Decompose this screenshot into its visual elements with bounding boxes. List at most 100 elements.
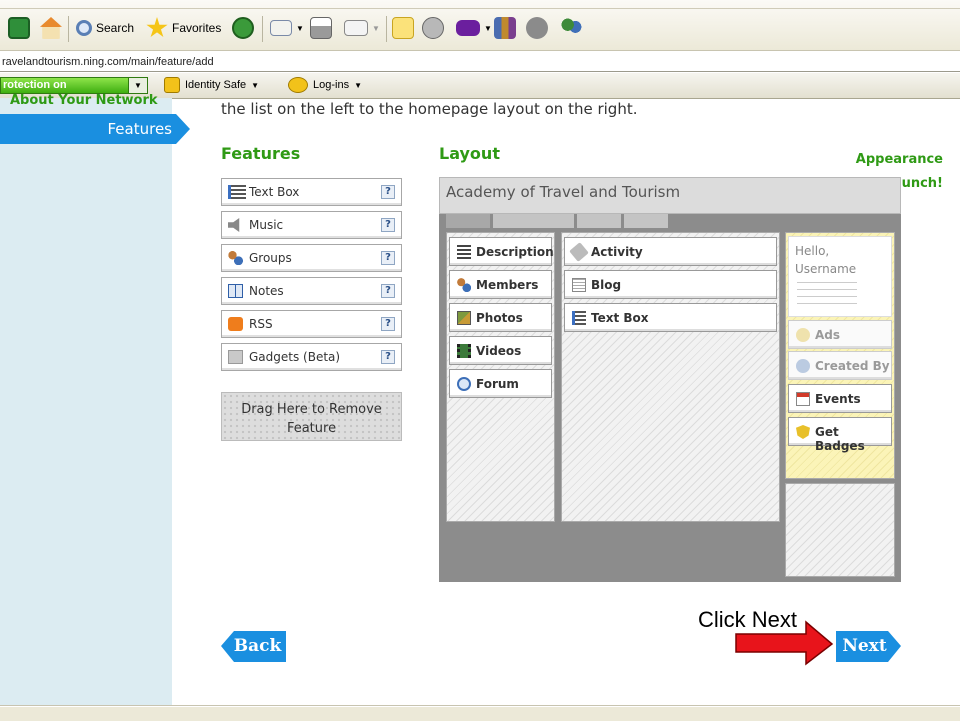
logins-button[interactable]: Log-ins ▼ xyxy=(288,77,362,93)
text-lines-icon xyxy=(457,245,471,259)
module-label: Blog xyxy=(591,278,622,292)
yahoo-icon xyxy=(456,20,480,36)
refresh-icon xyxy=(8,17,30,39)
gadget-icon xyxy=(228,350,243,364)
notes-button[interactable] xyxy=(392,14,414,42)
profile-greeting: Hello, xyxy=(795,244,830,258)
text-box-icon xyxy=(572,311,586,325)
help-icon[interactable]: ? xyxy=(381,284,395,298)
module-label: Activity xyxy=(591,245,643,259)
favorites-label: Favorites xyxy=(172,21,222,35)
layout-module-description[interactable]: Description xyxy=(449,237,554,266)
lock-icon xyxy=(164,77,180,93)
media-button[interactable] xyxy=(422,14,444,42)
feature-item-rss[interactable]: RSS ? xyxy=(221,310,402,338)
feature-label: Text Box xyxy=(249,185,300,199)
help-icon[interactable]: ? xyxy=(381,185,395,199)
photos-icon xyxy=(457,311,471,325)
layout-tab xyxy=(530,214,574,228)
address-text: ravelandtourism.ning.com/main/feature/ad… xyxy=(2,56,214,68)
browser-toolbar: Search Favorites ▼ ▼ ▼ xyxy=(0,0,960,51)
module-label: Ads xyxy=(815,328,841,342)
research-button[interactable] xyxy=(494,14,516,42)
layout-module-photos[interactable]: Photos xyxy=(449,303,552,332)
contacts-button[interactable] xyxy=(560,14,582,42)
badge-icon xyxy=(796,425,810,439)
back-button[interactable]: Back xyxy=(221,631,286,662)
search-icon xyxy=(76,20,92,36)
info-icon xyxy=(796,359,810,373)
layout-module-forum[interactable]: Forum xyxy=(449,369,552,398)
star-icon xyxy=(146,17,168,38)
layout-module-blog[interactable]: Blog xyxy=(564,270,777,299)
next-button[interactable]: Next xyxy=(836,631,901,662)
layout-module-videos[interactable]: Videos xyxy=(449,336,552,365)
sidebar-item-features-active[interactable]: Features xyxy=(0,114,190,144)
password-icon xyxy=(288,77,308,93)
logins-dropdown-icon: ▼ xyxy=(354,80,362,90)
layout-module-members[interactable]: Members xyxy=(449,270,552,299)
layout-heading: Layout xyxy=(439,144,500,163)
print-button[interactable] xyxy=(310,14,332,42)
layout-module-created-by[interactable]: Created By xyxy=(788,351,892,380)
layout-tab xyxy=(624,214,668,228)
edit-button[interactable]: ▼ xyxy=(344,14,380,42)
module-label: Events xyxy=(815,392,861,406)
module-label: Created By xyxy=(815,359,890,373)
messenger-button[interactable] xyxy=(526,14,548,42)
document-icon xyxy=(572,278,586,292)
layout-module-get-badges[interactable]: Get Badges xyxy=(788,417,892,453)
yahoo-button[interactable]: ▼ xyxy=(456,14,492,42)
help-icon[interactable]: ? xyxy=(381,317,395,331)
feature-item-gadgets[interactable]: Gadgets (Beta) ? xyxy=(221,343,402,371)
printer-icon xyxy=(310,17,332,39)
profile-username: Username xyxy=(795,262,857,276)
help-icon[interactable]: ? xyxy=(381,350,395,364)
edit-icon xyxy=(344,20,368,36)
module-label: Get Badges xyxy=(815,425,865,453)
red-arrow-icon xyxy=(735,620,834,666)
book-icon xyxy=(228,284,243,298)
layout-module-ads[interactable]: Ads xyxy=(788,320,892,349)
help-icon[interactable]: ? xyxy=(381,251,395,265)
remove-feature-drop-zone[interactable]: Drag Here to Remove Feature xyxy=(221,392,402,441)
feature-item-text-box[interactable]: Text Box ? xyxy=(221,178,402,206)
identity-safe-dropdown-icon: ▼ xyxy=(251,80,260,90)
layout-right-footer-column[interactable] xyxy=(785,483,895,577)
layout-module-events[interactable]: Events xyxy=(788,384,892,413)
layout-module-text-box[interactable]: Text Box xyxy=(564,303,777,332)
home-icon xyxy=(40,17,62,39)
status-bar xyxy=(0,706,960,721)
history-button[interactable] xyxy=(232,14,254,42)
protection-status-button[interactable]: rotection on ▼ xyxy=(0,77,148,94)
sticky-note-icon xyxy=(392,17,414,39)
sidebar-item-appearance[interactable]: Appearance xyxy=(856,152,943,167)
favorites-button[interactable]: Favorites xyxy=(146,14,221,42)
mail-icon xyxy=(270,20,292,36)
speech-bubbles-icon xyxy=(457,377,471,391)
members-icon xyxy=(457,278,471,292)
module-label: Members xyxy=(476,278,539,292)
sidebar-item-about-network[interactable]: About Your Network xyxy=(10,93,158,108)
history-icon xyxy=(232,17,254,39)
layout-header: Academy of Travel and Tourism xyxy=(439,177,901,214)
search-button[interactable]: Search xyxy=(76,14,134,42)
feature-item-music[interactable]: Music ? xyxy=(221,211,402,239)
setup-sidebar: About Your Network xyxy=(0,93,172,706)
home-button[interactable] xyxy=(40,14,62,42)
identity-safe-button[interactable]: Identity Safe ▼ xyxy=(164,77,259,93)
feature-label: Notes xyxy=(249,284,284,298)
books-icon xyxy=(494,17,516,39)
feature-item-groups[interactable]: Groups ? xyxy=(221,244,402,272)
rss-icon xyxy=(228,317,243,331)
help-icon[interactable]: ? xyxy=(381,218,395,232)
people-icon xyxy=(560,17,582,39)
refresh-button[interactable] xyxy=(8,14,30,42)
module-label: Forum xyxy=(476,377,519,391)
address-bar[interactable]: ravelandtourism.ning.com/main/feature/ad… xyxy=(0,51,960,72)
feature-item-notes[interactable]: Notes ? xyxy=(221,277,402,305)
instructions-text: the list on the left to the homepage lay… xyxy=(221,100,638,118)
layout-module-activity[interactable]: Activity xyxy=(564,237,777,266)
mail-button[interactable]: ▼ xyxy=(270,14,304,42)
feature-label: Groups xyxy=(249,251,292,265)
